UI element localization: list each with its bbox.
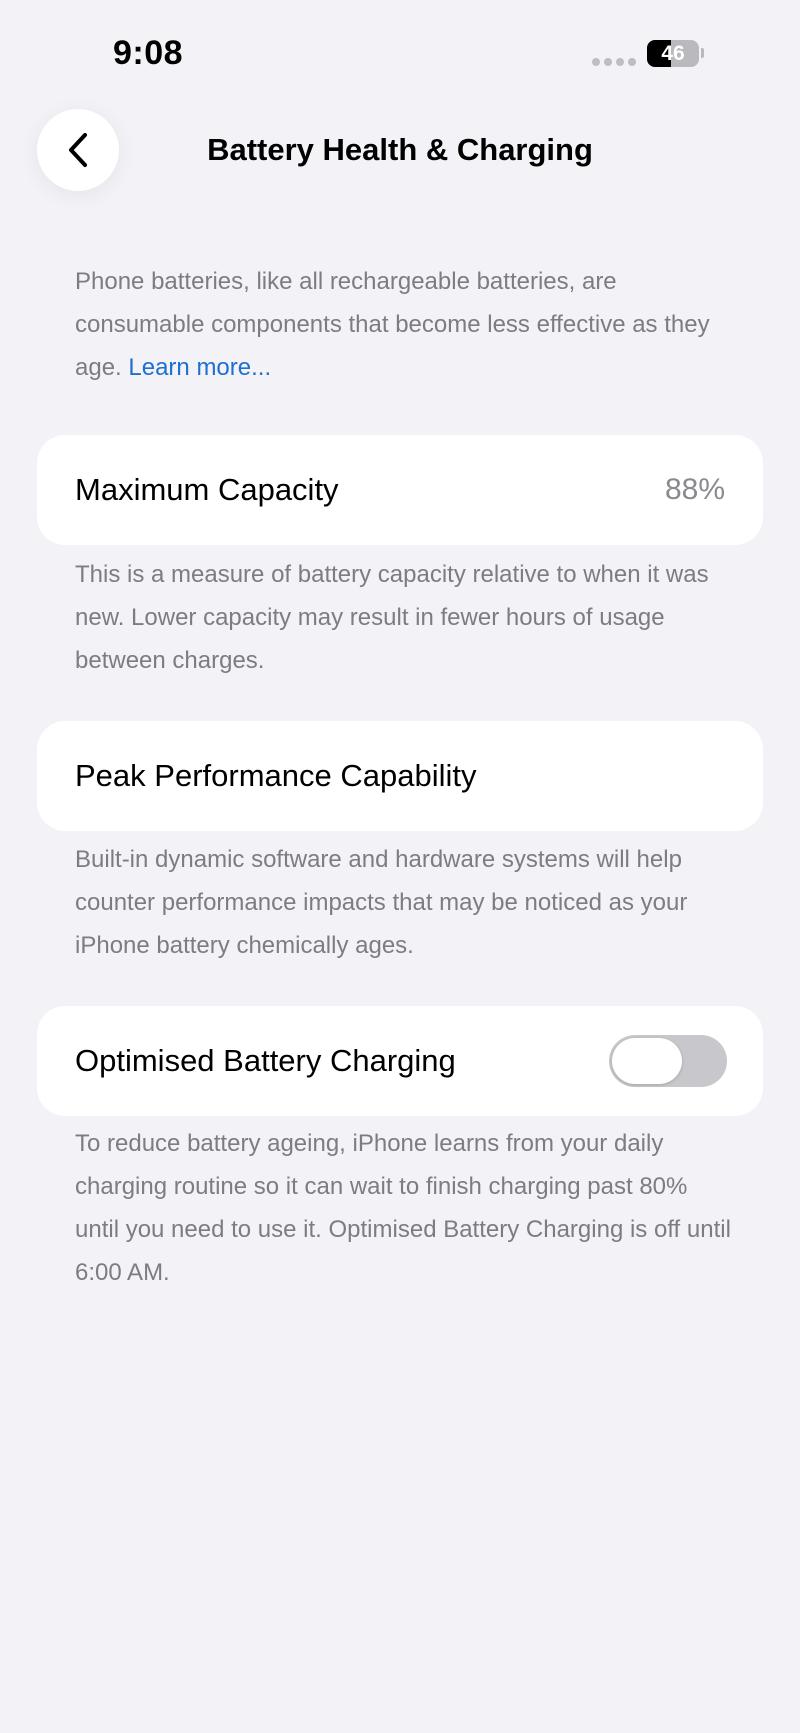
peak-performance-label: Peak Performance Capability <box>75 758 477 793</box>
battery-cap <box>701 48 704 58</box>
maximum-capacity-value: 88% <box>664 473 725 506</box>
intro-description: Phone batteries, like all rechargeable b… <box>75 260 735 389</box>
maximum-capacity-description: This is a measure of battery capacity re… <box>75 561 709 674</box>
status-time: 9:08 <box>113 34 184 72</box>
battery-level: 46 <box>661 42 685 65</box>
page-title-text: Battery Health & Charging <box>207 132 593 167</box>
optimised-charging-row: Optimised Battery Charging <box>37 1006 763 1116</box>
optimised-charging-label: Optimised Battery Charging <box>75 1043 456 1078</box>
maximum-capacity-label: Maximum Capacity <box>75 472 339 507</box>
peak-performance-row: Peak Performance Capability <box>37 721 763 831</box>
status-bar: 9:08 46 <box>0 0 800 100</box>
toggle-knob <box>612 1038 682 1084</box>
optimised-charging-toggle[interactable] <box>609 1035 727 1087</box>
optimised-charging-description: To reduce battery ageing, iPhone learns … <box>75 1130 731 1286</box>
battery-icon: 46 <box>647 40 699 67</box>
page-title: Battery Health & Charging <box>0 132 800 168</box>
maximum-capacity-row: Maximum Capacity 88% <box>37 435 763 545</box>
cellular-signal-icon <box>592 58 636 66</box>
peak-performance-description: Built-in dynamic software and hardware s… <box>75 846 688 959</box>
learn-more-link[interactable]: Learn more... <box>128 354 271 381</box>
